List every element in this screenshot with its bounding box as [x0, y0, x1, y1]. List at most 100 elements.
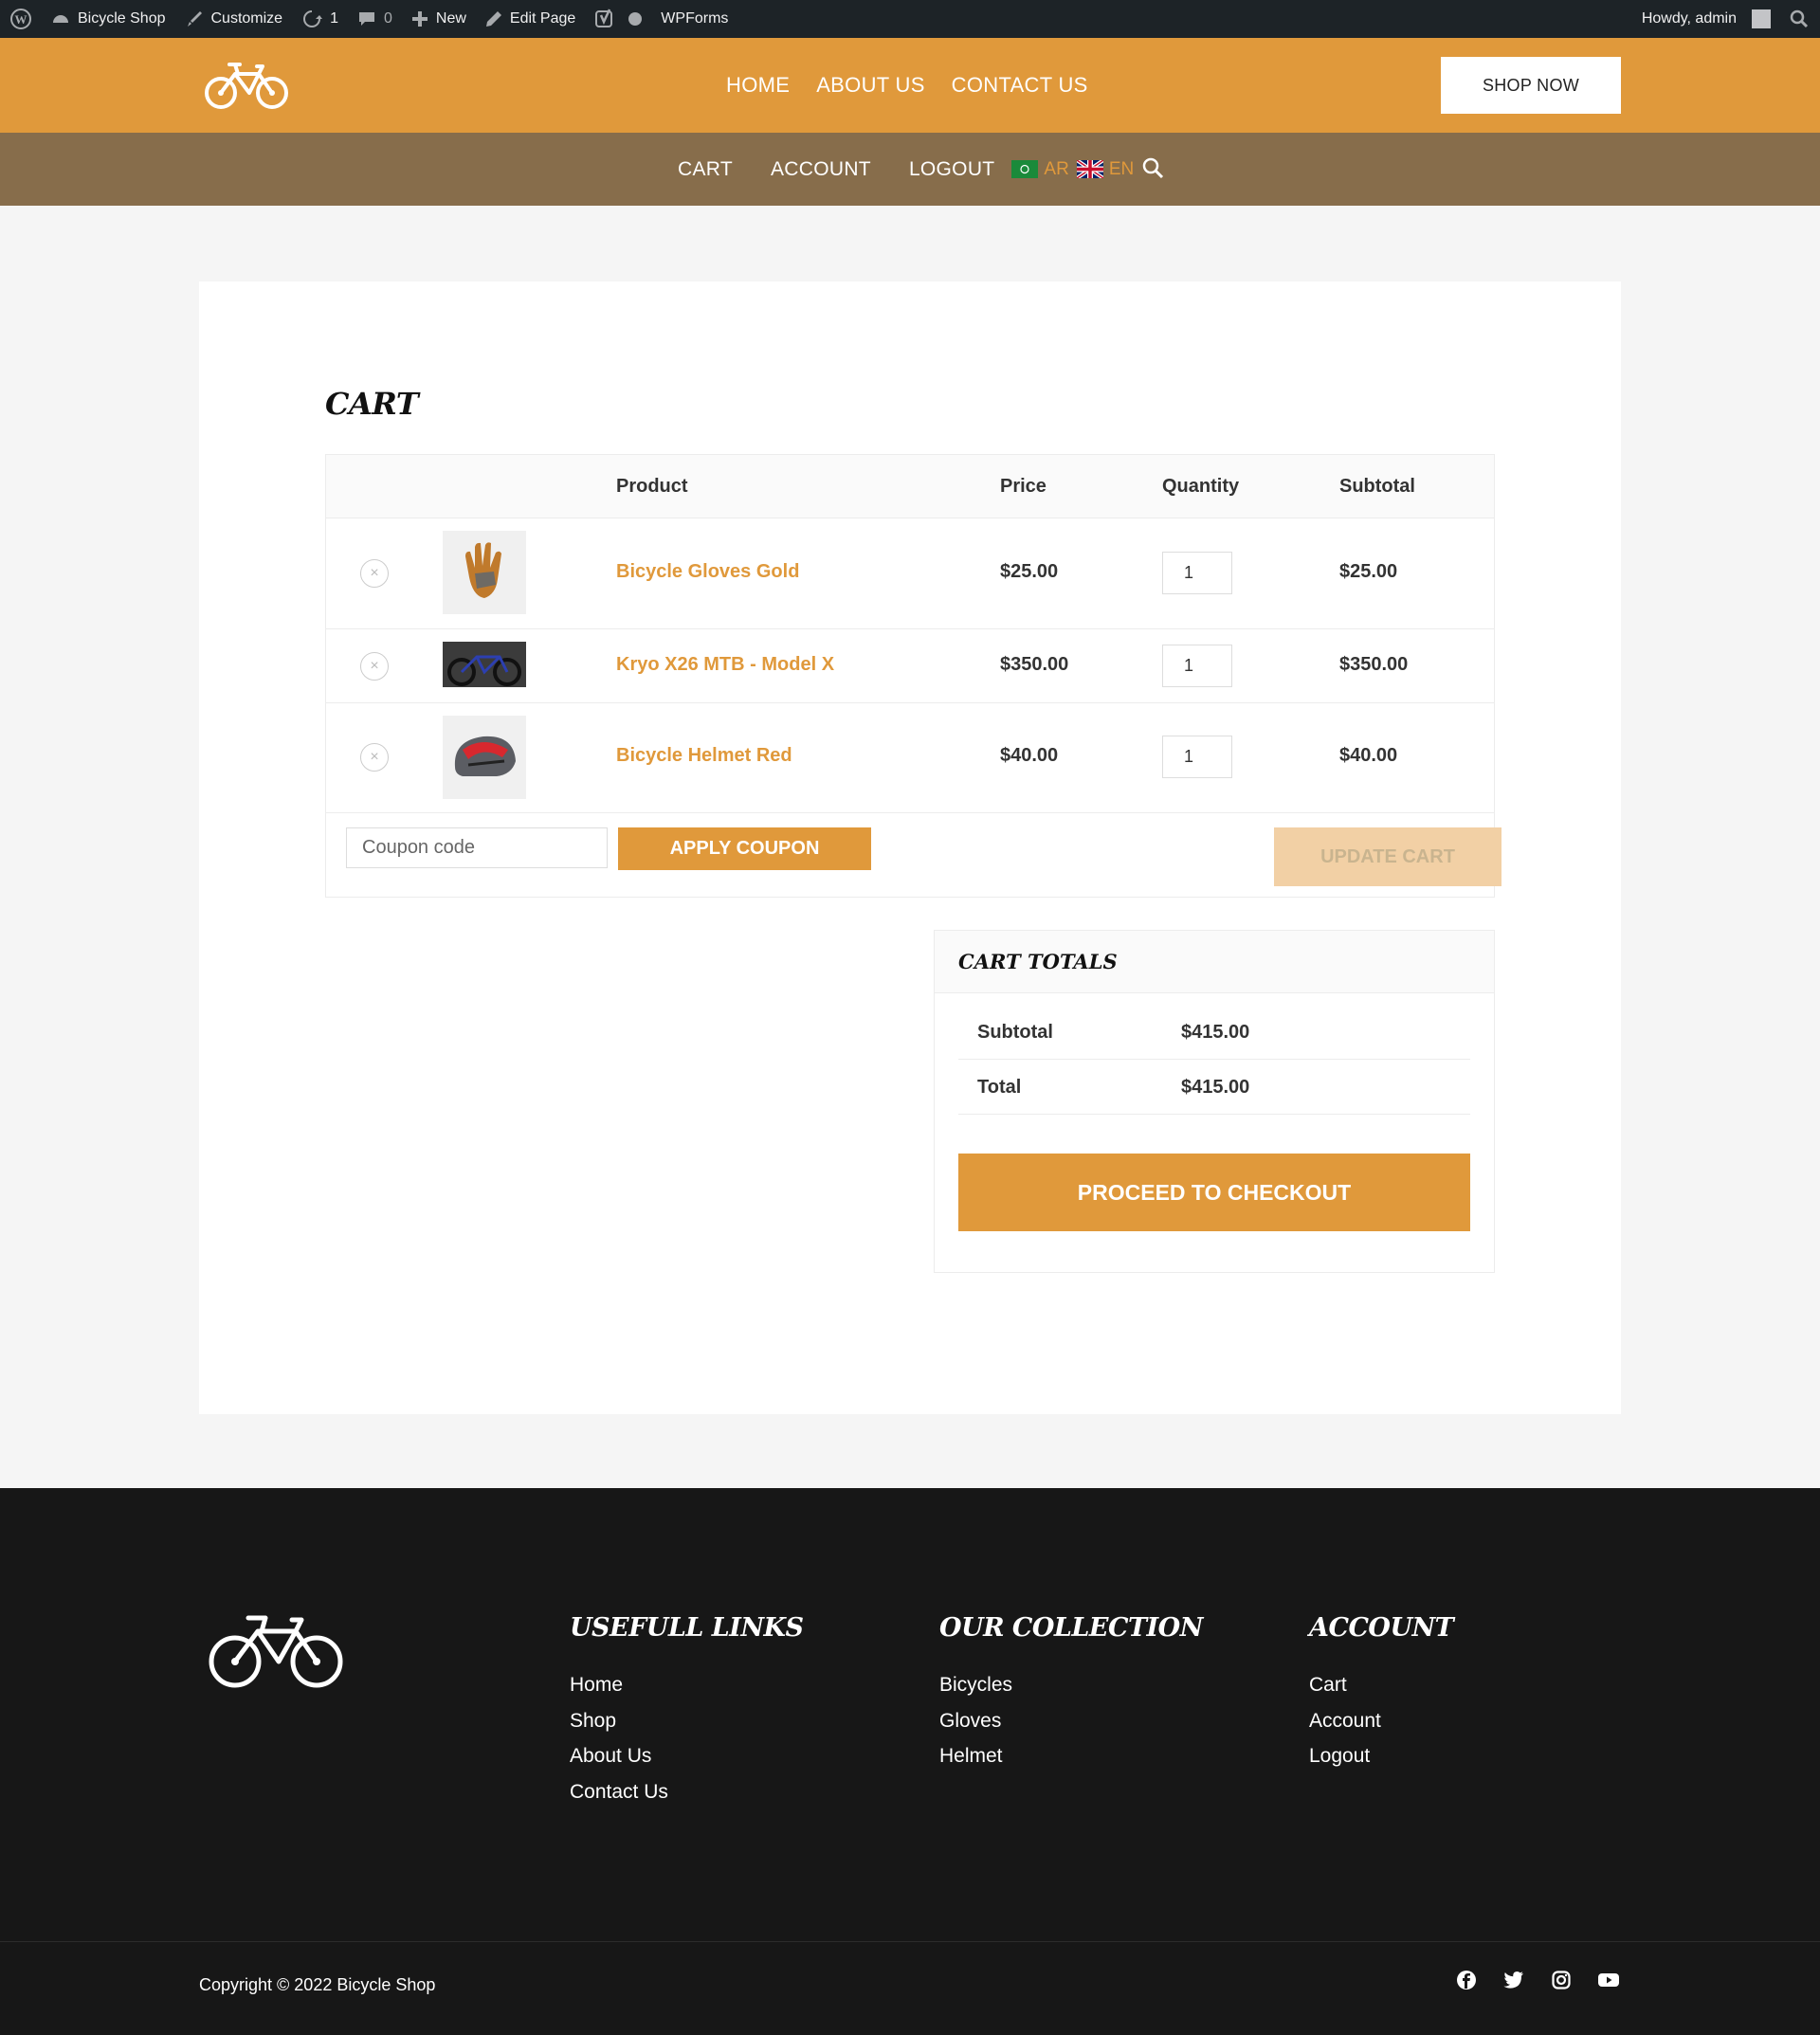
site-header: HOME ABOUT US CONTACT US SHOP NOW: [0, 38, 1820, 133]
greeting-label: Howdy, admin: [1641, 10, 1737, 27]
site-name-link[interactable]: Bicycle Shop: [42, 0, 175, 38]
footer-link-gloves[interactable]: Gloves: [939, 1703, 1203, 1739]
footer-link-bicycles[interactable]: Bicycles: [939, 1667, 1203, 1703]
header-quantity: Quantity: [1162, 476, 1240, 497]
language-ar[interactable]: AR: [1011, 158, 1069, 180]
update-cart-button[interactable]: UPDATE CART: [1274, 827, 1502, 886]
search-icon[interactable]: [1141, 156, 1164, 179]
secondary-nav: CART ACCOUNT LOGOUT AR EN: [678, 133, 1164, 206]
updates-count: 1: [330, 10, 338, 27]
total-value: $415.00: [1181, 1077, 1250, 1098]
page-title: CART: [325, 386, 419, 422]
language-ar-label: AR: [1044, 158, 1069, 179]
customize-link[interactable]: Customize: [175, 0, 293, 38]
footer-useful-links: USEFULL LINKS Home Shop About Us Contact…: [570, 1613, 804, 1810]
customize-label: Customize: [210, 10, 283, 27]
admin-bar: W Bicycle Shop Customize 1 0 New Edit Pa…: [0, 0, 1820, 38]
quantity-input[interactable]: 1: [1162, 645, 1232, 687]
cart-totals: CART TOTALS Subtotal $415.00 Total $415.…: [934, 930, 1495, 1273]
new-content-link[interactable]: New: [402, 0, 476, 38]
cart-actions: Coupon code APPLY COUPON UPDATE CART: [326, 813, 1502, 899]
uk-flag-icon: [1076, 160, 1103, 178]
youtube-icon[interactable]: [1597, 1969, 1620, 1991]
avatar: [1752, 9, 1771, 28]
cart-totals-title: CART TOTALS: [935, 931, 1494, 993]
proceed-to-checkout-button[interactable]: PROCEED TO CHECKOUT: [958, 1154, 1470, 1231]
footer-link-account[interactable]: Account: [1309, 1703, 1453, 1739]
quantity-input[interactable]: 1: [1162, 552, 1232, 594]
product-price: $40.00: [1000, 745, 1059, 766]
search-icon: [1790, 9, 1809, 28]
footer-link-home[interactable]: Home: [570, 1667, 803, 1703]
header-product: Product: [616, 476, 688, 497]
nav-logout[interactable]: LOGOUT: [909, 158, 994, 181]
edit-page-link[interactable]: Edit Page: [476, 0, 585, 38]
footer-account-title: ACCOUNT: [1309, 1613, 1454, 1643]
totals-subtotal-row: Subtotal $415.00: [958, 1005, 1470, 1060]
wordpress-icon: W: [10, 9, 31, 29]
comments-link[interactable]: 0: [348, 0, 402, 38]
yoast-icon: [595, 9, 613, 27]
nav-contact-us[interactable]: CONTACT US: [952, 73, 1088, 98]
footer-link-about[interactable]: About Us: [570, 1738, 803, 1774]
secondary-nav-bar: CART ACCOUNT LOGOUT AR EN: [0, 133, 1820, 206]
new-label: New: [435, 10, 466, 27]
footer-account: ACCOUNT Cart Account Logout: [1309, 1613, 1454, 1774]
product-link[interactable]: Bicycle Helmet Red: [616, 745, 792, 767]
footer-link-helmet[interactable]: Helmet: [939, 1738, 1203, 1774]
remove-item-button[interactable]: ×: [360, 559, 389, 588]
remove-item-button[interactable]: ×: [360, 743, 389, 772]
dashboard-icon: [53, 15, 68, 23]
subtotal-value: $415.00: [1181, 1022, 1250, 1043]
nav-home[interactable]: HOME: [726, 73, 790, 98]
wordpress-logo[interactable]: W: [0, 0, 42, 38]
product-subtotal: $40.00: [1339, 745, 1398, 766]
table-row: × Bicycle Gloves Gold $25.00 1 $25.00: [326, 518, 1494, 629]
instagram-icon[interactable]: [1550, 1969, 1573, 1991]
account-menu[interactable]: Howdy, admin: [1632, 0, 1780, 38]
nav-account[interactable]: ACCOUNT: [771, 158, 871, 181]
remove-item-button[interactable]: ×: [360, 652, 389, 681]
site-name-label: Bicycle Shop: [78, 10, 166, 27]
updates-link[interactable]: 1: [292, 0, 348, 38]
header-subtotal: Subtotal: [1339, 476, 1415, 497]
language-en[interactable]: EN: [1076, 159, 1134, 180]
wpforms-link[interactable]: WPForms: [651, 0, 737, 38]
footer-link-logout[interactable]: Logout: [1309, 1738, 1453, 1774]
plus-icon: [411, 11, 428, 27]
nav-cart[interactable]: CART: [678, 158, 733, 181]
cart-table: Product Price Quantity Subtotal × Bicycl…: [325, 454, 1502, 899]
product-thumbnail-gloves[interactable]: [443, 531, 526, 614]
admin-search[interactable]: [1780, 0, 1820, 38]
quantity-input[interactable]: 1: [1162, 736, 1232, 778]
totals-total-row: Total $415.00: [958, 1060, 1470, 1115]
footer-link-contact[interactable]: Contact Us: [570, 1774, 803, 1810]
product-link[interactable]: Kryo X26 MTB - Model X: [616, 654, 834, 676]
product-thumbnail-bike[interactable]: [443, 642, 526, 687]
table-row: × Kryo X26 MTB - Model X $350.00 1 $350.…: [326, 629, 1494, 703]
coupon-code-input[interactable]: Coupon code: [346, 827, 608, 868]
facebook-icon[interactable]: [1455, 1969, 1478, 1991]
nav-about-us[interactable]: ABOUT US: [816, 73, 924, 98]
helmet-image: [454, 736, 516, 776]
yoast-status-dot: [628, 12, 643, 26]
yoast-link[interactable]: [585, 0, 651, 38]
copyright-text: Copyright © 2022 Bicycle Shop: [199, 1975, 436, 1994]
shop-now-button[interactable]: SHOP NOW: [1441, 57, 1621, 114]
footer-link-shop[interactable]: Shop: [570, 1703, 803, 1739]
footer-useful-title: USEFULL LINKS: [570, 1613, 804, 1643]
bicycle-logo-icon[interactable]: [204, 57, 289, 114]
edit-page-label: Edit Page: [509, 10, 576, 27]
product-link[interactable]: Bicycle Gloves Gold: [616, 561, 799, 583]
pencil-icon: [485, 11, 501, 27]
product-thumbnail-helmet[interactable]: [443, 716, 526, 799]
cart-content-card: CART Product Price Quantity Subtotal × B…: [199, 282, 1621, 1414]
twitter-icon[interactable]: [1502, 1969, 1525, 1991]
apply-coupon-button[interactable]: APPLY COUPON: [618, 827, 871, 870]
bicycle-logo-icon[interactable]: [207, 1607, 345, 1692]
subtotal-label: Subtotal: [977, 1022, 1053, 1043]
comment-icon: [358, 12, 374, 26]
updates-icon: [303, 10, 323, 27]
footer-link-cart[interactable]: Cart: [1309, 1667, 1453, 1703]
footer-collection-title: OUR COLLECTION: [939, 1613, 1203, 1643]
